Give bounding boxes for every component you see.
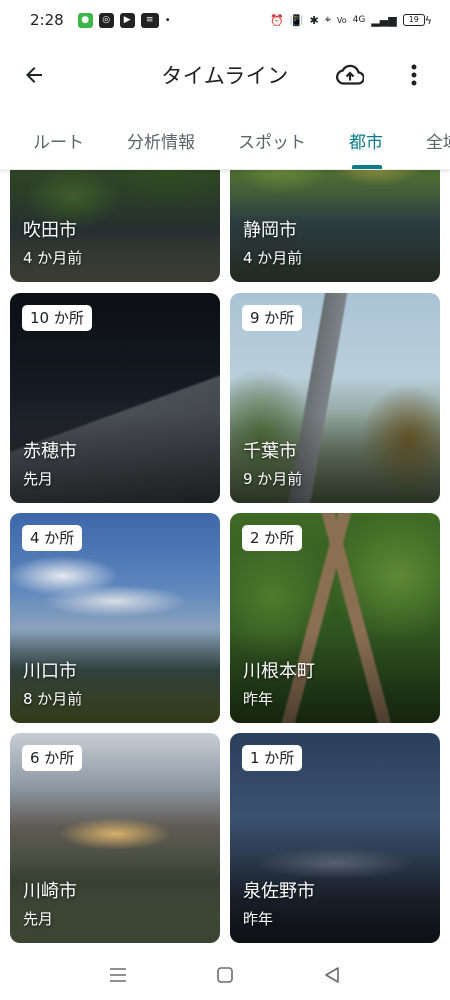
network-type: 4G [352, 15, 366, 25]
signal-icon: ▂▄▆ [371, 13, 397, 27]
location-icon: ⌖ [324, 13, 331, 26]
tab-insights[interactable]: 分析情報 [127, 128, 195, 153]
visit-time: 先月 [23, 910, 54, 928]
news-app-icon: ≡ [140, 12, 159, 28]
city-name: 静岡市 [243, 220, 297, 241]
status-indicators: ⏰ 📳 ✱ ⌖ Vo 4G ▂▄▆ 19 ϟ [270, 13, 432, 27]
city-name: 吹田市 [23, 220, 77, 241]
cloud-upload-icon [336, 64, 364, 85]
tab-route[interactable]: ルート [33, 128, 84, 153]
status-bar: 2:28 ● ◎ ▶ ≡ • ⏰ 📳 ✱ ⌖ Vo 4G ▂▄▆ 19 ϟ [0, 0, 450, 40]
city-card[interactable]: 静岡市 4 か月前 [230, 170, 440, 282]
city-name: 赤穂市 [23, 441, 77, 462]
city-grid: 吹田市 4 か月前 静岡市 4 か月前 10 か所 赤穂市 先月 9 か所 千葉… [0, 170, 450, 950]
alarm-icon: ⏰ [270, 13, 284, 27]
tab-bar: ルート 分析情報 スポット 都市 全域 [0, 110, 450, 170]
city-card[interactable]: 9 か所 千葉市 9 か月前 [230, 293, 440, 503]
city-name: 川根本町 [243, 661, 315, 682]
page-title: タイムライン [161, 64, 289, 88]
youtube-icon: ▶ [119, 12, 135, 28]
system-nav-bar [0, 950, 450, 1000]
visit-time: 4 か月前 [23, 249, 83, 267]
city-name: 川崎市 [23, 881, 77, 902]
line-app-icon: ● [77, 12, 93, 28]
battery-icon: 19 ϟ [402, 13, 432, 27]
battery-level: 19 [402, 14, 425, 26]
city-card[interactable]: 1 か所 泉佐野市 昨年 [230, 733, 440, 943]
recents-button[interactable] [105, 962, 131, 988]
place-count-badge: 2 か所 [242, 525, 303, 551]
city-name: 川口市 [23, 661, 77, 682]
charging-icon: ϟ [424, 13, 432, 27]
volte-icon: Vo [336, 15, 347, 25]
square-icon [217, 967, 233, 983]
back-nav-button[interactable] [319, 962, 345, 988]
tab-world[interactable]: 全域 [426, 128, 450, 153]
more-notifications-icon: • [164, 14, 171, 26]
more-vert-icon [411, 64, 417, 86]
instagram-icon: ◎ [98, 12, 114, 28]
home-button[interactable] [212, 962, 238, 988]
menu-icon [110, 968, 126, 982]
city-name: 泉佐野市 [243, 881, 315, 902]
city-card[interactable]: 6 か所 川崎市 先月 [10, 733, 220, 943]
place-count-badge: 10 か所 [22, 305, 92, 331]
tab-cities[interactable]: 都市 [349, 128, 383, 153]
active-tab-indicator [352, 165, 382, 169]
place-count-badge: 6 か所 [22, 745, 83, 771]
visit-time: 昨年 [243, 910, 274, 928]
visit-time: 昨年 [243, 690, 274, 708]
status-time: 2:28 [30, 11, 64, 29]
place-count-badge: 1 か所 [242, 745, 303, 771]
visit-time: 8 か月前 [23, 690, 83, 708]
visit-time: 4 か月前 [243, 249, 303, 267]
cloud-upload-button[interactable] [334, 60, 366, 90]
app-bar: タイムライン [0, 40, 450, 110]
city-card[interactable]: 4 か所 川口市 8 か月前 [10, 513, 220, 723]
place-count-badge: 9 か所 [242, 305, 303, 331]
city-name: 千葉市 [243, 441, 297, 462]
triangle-back-icon [325, 967, 339, 983]
vibrate-icon: 📳 [289, 13, 304, 27]
more-options-button[interactable] [402, 60, 426, 90]
city-card[interactable]: 吹田市 4 か月前 [10, 170, 220, 282]
notification-icons: ● ◎ ▶ ≡ • [77, 12, 171, 28]
bluetooth-icon: ✱ [309, 13, 319, 27]
tab-places[interactable]: スポット [238, 128, 306, 153]
visit-time: 9 か月前 [243, 470, 303, 488]
city-card[interactable]: 10 か所 赤穂市 先月 [10, 293, 220, 503]
place-count-badge: 4 か所 [22, 525, 83, 551]
visit-time: 先月 [23, 470, 54, 488]
city-card[interactable]: 2 か所 川根本町 昨年 [230, 513, 440, 723]
